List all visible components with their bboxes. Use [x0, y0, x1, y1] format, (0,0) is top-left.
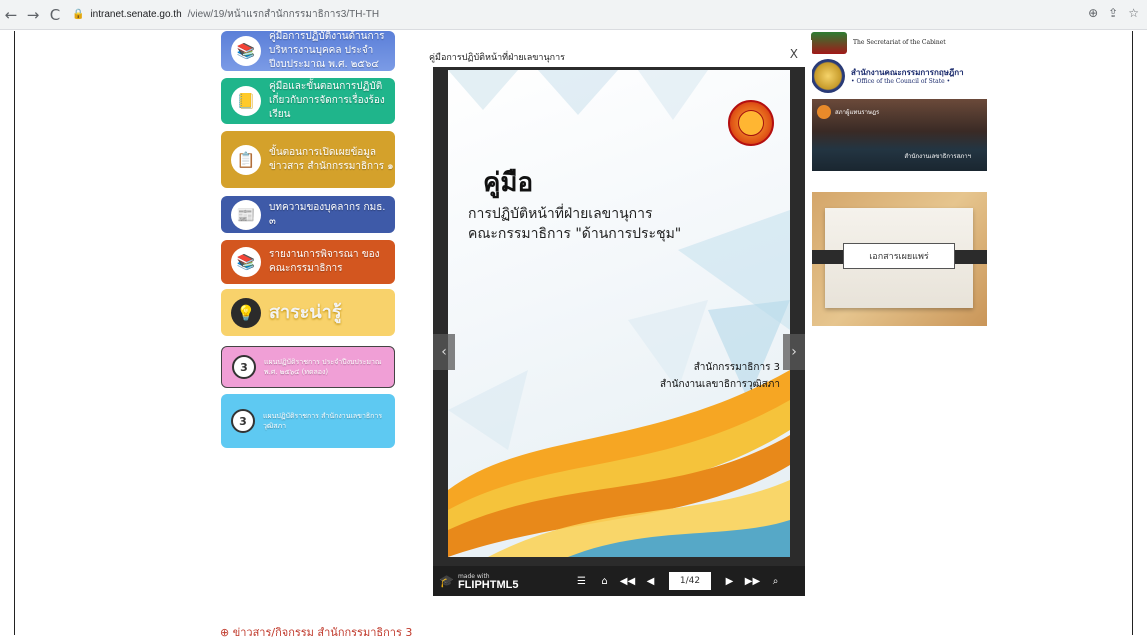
- book-icon: 📒: [231, 86, 261, 116]
- banner-label: บทความของบุคลากร กมธ. ๓: [269, 201, 386, 227]
- banner-label: ขั้นตอนการเปิดเผยข้อมูลข่าวสาร สำนักกรรม…: [269, 146, 394, 172]
- banner-label: คู่มือการปฏิบัติงานด้านการบริหารงานบุคคล…: [269, 31, 385, 70]
- photo-caption: สำนักงานเลขาธิการสภาฯ: [904, 153, 971, 160]
- banner-label: คู่มือและขั้นตอนการปฏิบัติ เกี่ยวกับการจ…: [269, 81, 385, 120]
- book-cover: คู่มือ การปฏิบัติหน้าที่ฝ่ายเลขานุการ คณ…: [448, 70, 790, 557]
- council-en: • Office of the Council of State •: [851, 78, 951, 85]
- cover-org-1: สำนักกรรมาธิการ 3: [693, 362, 780, 373]
- publications-banner[interactable]: เอกสารเผยแพร่: [811, 192, 987, 326]
- cover-subtitle-2: คณะกรรมาธิการ "ด้านการประชุม": [468, 226, 682, 242]
- cover-title: คู่มือ: [483, 168, 534, 198]
- browser-toolbar: ← → C 🔒 intranet.senate.go.th/view/19/หน…: [0, 0, 1147, 30]
- publications-label: เอกสารเผยแพร่: [843, 243, 955, 269]
- modal-title: คู่มือการปฏิบัติหน้าที่ฝ่ายเลขานุการ: [429, 53, 565, 63]
- lightbulb-icon: 💡: [231, 297, 261, 328]
- fliphtml5-label: FLIPHTML5: [457, 579, 519, 591]
- number-3-icon: 3: [232, 355, 256, 379]
- article-icon: 📰: [231, 199, 261, 230]
- address-bar[interactable]: 🔒 intranet.senate.go.th/view/19/หน้าแรกส…: [72, 7, 379, 22]
- parliament-logo-icon: [817, 105, 831, 119]
- flipbook-toolbar: 🎓 made with FLIPHTML5 ☰ ⌂ ◀◀ ◀ 1/42 ▶ ▶▶…: [433, 566, 805, 596]
- previous-page-icon[interactable]: ◀: [642, 573, 659, 590]
- first-page-icon[interactable]: ◀◀: [619, 573, 636, 590]
- secretariat-en: The Secretariat of the Cabinet: [853, 39, 946, 46]
- cover-org-2: สำนักงานเลขาธิการวุฒิสภา: [659, 379, 780, 390]
- banner-hr-manual[interactable]: 📚 คู่มือการปฏิบัติงานด้านการบริหารงานบุค…: [221, 31, 395, 71]
- banner-label: รายงานการพิจารณา ของคณะกรรมาธิการ: [269, 249, 380, 274]
- page-indicator[interactable]: 1/42: [669, 572, 711, 590]
- cabinet-emblem-icon: [811, 32, 847, 54]
- banner-action-plan-2564[interactable]: 3 แผนปฏิบัติราชการ ประจำปีงบประมาณ พ.ศ. …: [221, 346, 395, 388]
- banner-label: สาระน่ารู้: [269, 301, 342, 323]
- banner-label: แผนปฏิบัติราชการ สำนักงานเลขาธิการวุฒิสภ…: [263, 412, 383, 430]
- forward-icon[interactable]: →: [22, 4, 44, 26]
- cover-decoration: [448, 70, 790, 557]
- next-page-arrow-icon[interactable]: ›: [783, 334, 805, 370]
- senate-seal-icon: [728, 100, 774, 146]
- banner-complaint-manual[interactable]: 📒 คู่มือและขั้นตอนการปฏิบัติ เกี่ยวกับกา…: [221, 78, 395, 124]
- fliphtml5-logo[interactable]: 🎓 made with FLIPHTML5: [439, 572, 519, 591]
- zoom-icon[interactable]: ⊕: [1088, 6, 1098, 20]
- graduation-cap-icon: 🎓: [439, 574, 454, 588]
- flipbook-viewer[interactable]: คู่มือ การปฏิบัติหน้าที่ฝ่ายเลขานุการ คณ…: [433, 67, 805, 596]
- url-path: /view/19/หน้าแรกสำนักกรรมาธิการ3/TH-TH: [187, 9, 380, 20]
- prev-page-arrow-icon[interactable]: ‹: [433, 334, 455, 370]
- books-icon: 📚: [231, 36, 261, 66]
- bookmark-star-icon[interactable]: ☆: [1128, 6, 1139, 20]
- share-icon[interactable]: ⇪: [1108, 6, 1118, 20]
- banner-action-plan-secretariat[interactable]: 3 แผนปฏิบัติราชการ สำนักงานเลขาธิการวุฒิ…: [221, 394, 395, 448]
- parliament-photo-link[interactable]: สภาผู้แทนราษฎร สำนักงานเลขาธิการสภาฯ: [811, 99, 987, 171]
- home-icon[interactable]: ⌂: [596, 573, 613, 590]
- council-of-state-link[interactable]: สำนักงานคณะกรรมการกฤษฎีกา • Office of th…: [811, 56, 987, 96]
- number-3-icon: 3: [231, 409, 255, 433]
- last-page-icon[interactable]: ▶▶: [744, 573, 761, 590]
- secretariat-cabinet-link[interactable]: The Secretariat of the Cabinet: [811, 31, 987, 55]
- zoom-icon[interactable]: ⌕: [767, 573, 784, 590]
- lock-icon: 🔒: [72, 9, 85, 20]
- banner-knowledge[interactable]: 💡 สาระน่ารู้: [221, 289, 395, 336]
- page-content: 📚 คู่มือการปฏิบัติงานด้านการบริหารงานบุค…: [14, 31, 1133, 639]
- banner-info-disclosure[interactable]: 📋 ขั้นตอนการเปิดเผยข้อมูลข่าวสาร สำนักกร…: [221, 131, 395, 188]
- photo-label: สภาผู้แทนราษฎร: [835, 109, 880, 116]
- flipbook-modal: คู่มือการปฏิบัติหน้าที่ฝ่ายเลขานุการ X ค…: [419, 40, 812, 622]
- url-host: intranet.senate.go.th: [90, 9, 182, 20]
- council-emblem-icon: [811, 59, 845, 93]
- news-heading[interactable]: ⊕ ข่าวสาร/กิจกรรม สำนักกรรมาธิการ 3: [220, 623, 412, 641]
- council-th: สำนักงานคณะกรรมการกฤษฎีกา: [851, 68, 964, 77]
- books-icon: 📚: [231, 247, 261, 277]
- banner-staff-articles[interactable]: 📰 บทความของบุคลากร กมธ. ๓: [221, 196, 395, 233]
- cover-subtitle-1: การปฏิบัติหน้าที่ฝ่ายเลขานุการ: [468, 206, 653, 222]
- back-icon[interactable]: ←: [0, 4, 22, 26]
- banner-committee-reports[interactable]: 📚 รายงานการพิจารณา ของคณะกรรมาธิการ: [221, 240, 395, 284]
- right-links-top: The Secretariat of the Cabinet สำนักงานค…: [811, 31, 987, 171]
- menu-icon[interactable]: ☰: [573, 573, 590, 590]
- document-icon: 📋: [231, 144, 261, 175]
- reload-icon[interactable]: C: [44, 4, 66, 26]
- banner-label: แผนปฏิบัติราชการ ประจำปีงบประมาณ พ.ศ. ๒๕…: [264, 358, 382, 376]
- close-button[interactable]: X: [790, 47, 798, 61]
- next-page-icon[interactable]: ▶: [721, 573, 738, 590]
